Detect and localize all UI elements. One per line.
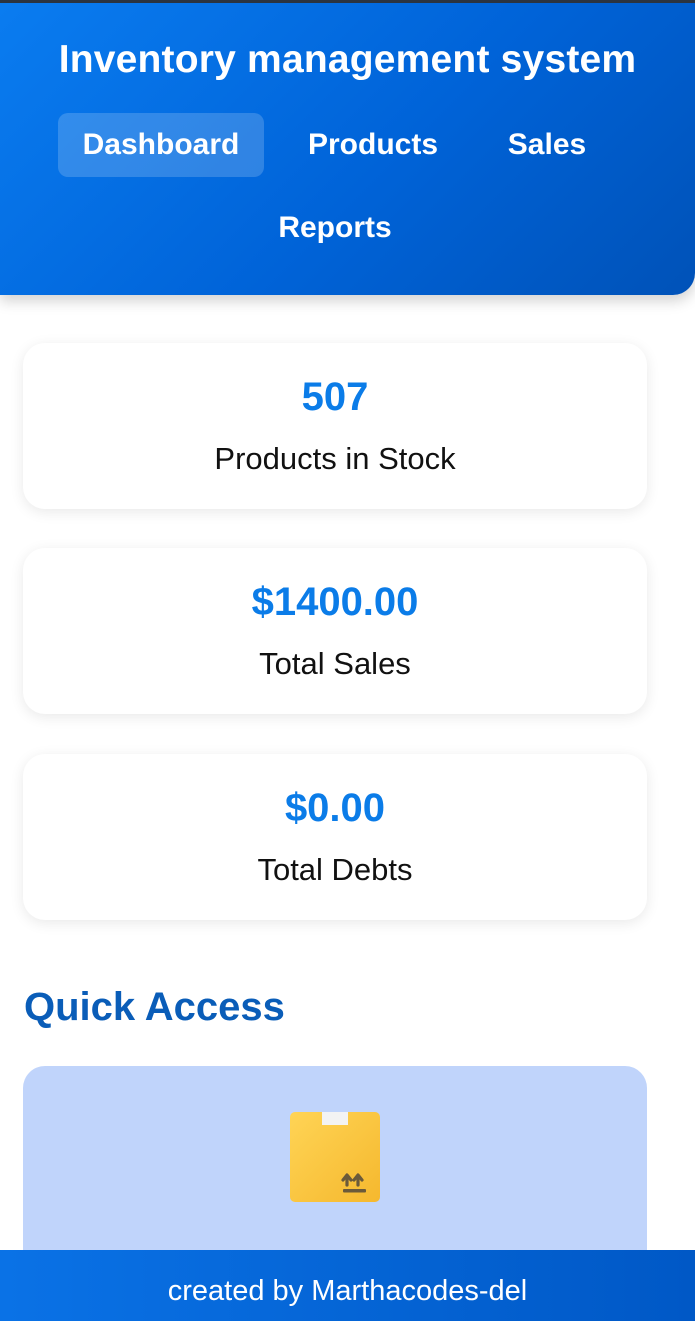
stat-value: $1400.00 [251, 580, 419, 624]
stat-label: Total Sales [259, 646, 411, 681]
quick-access-title: Quick Access [24, 985, 285, 1029]
stat-value: $0.00 [284, 786, 386, 830]
stat-label: Products in Stock [214, 441, 456, 476]
nav-products[interactable]: Products [289, 113, 457, 177]
nav-sales[interactable]: Sales [487, 113, 607, 177]
stat-card-total-sales: $1400.00 Total Sales [23, 548, 647, 714]
package-icon [290, 1112, 380, 1202]
stat-value: 507 [301, 375, 369, 419]
stat-card-products-in-stock: 507 Products in Stock [23, 343, 647, 509]
app-header: Inventory management system Dashboard Pr… [0, 0, 695, 295]
nav-reports[interactable]: Reports [247, 196, 423, 260]
footer-credit: created by Marthacodes-del [167, 1275, 528, 1307]
app-title: Inventory management system [58, 38, 637, 81]
nav-dashboard[interactable]: Dashboard [58, 113, 264, 177]
stat-card-total-debts: $0.00 Total Debts [23, 754, 647, 920]
footer: created by Marthacodes-del [0, 1250, 695, 1321]
stat-label: Total Debts [257, 852, 413, 887]
